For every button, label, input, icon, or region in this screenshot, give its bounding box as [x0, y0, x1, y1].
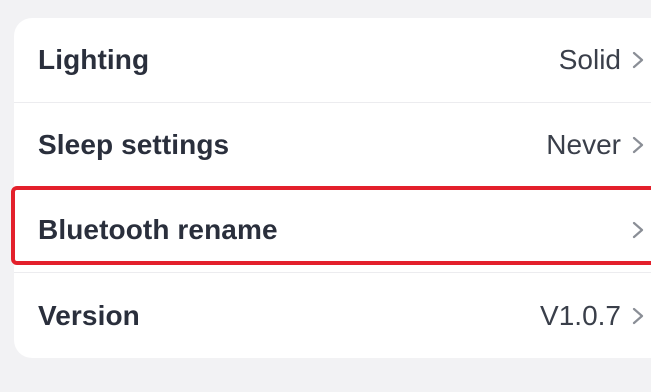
setting-value-group-lighting: Solid: [559, 44, 645, 76]
setting-label-sleep: Sleep settings: [38, 129, 230, 160]
setting-row-version[interactable]: Version V1.0.7: [14, 273, 651, 358]
setting-value-group-bluetooth-rename: [621, 218, 645, 242]
setting-label-bluetooth-rename: Bluetooth rename: [38, 214, 278, 245]
setting-label-version: Version: [38, 299, 140, 331]
chevron-right-icon: [631, 304, 645, 328]
settings-card: Lighting Solid Sleep settings Never Blue…: [14, 18, 651, 358]
setting-value-sleep: Never: [546, 129, 621, 160]
chevron-right-icon: [631, 218, 645, 242]
setting-row-lighting[interactable]: Lighting Solid: [14, 18, 651, 102]
setting-row-sleep[interactable]: Sleep settings Never: [14, 103, 651, 187]
setting-value-group-sleep: Never: [546, 129, 645, 161]
setting-label-lighting: Lighting: [38, 44, 150, 75]
chevron-right-icon: [631, 133, 645, 157]
setting-value-version: V1.0.7: [540, 299, 621, 331]
setting-value-group-version: V1.0.7: [540, 300, 645, 332]
chevron-right-icon: [631, 48, 645, 72]
setting-value-lighting: Solid: [558, 44, 621, 75]
setting-row-bluetooth-rename[interactable]: Bluetooth rename: [14, 188, 651, 272]
